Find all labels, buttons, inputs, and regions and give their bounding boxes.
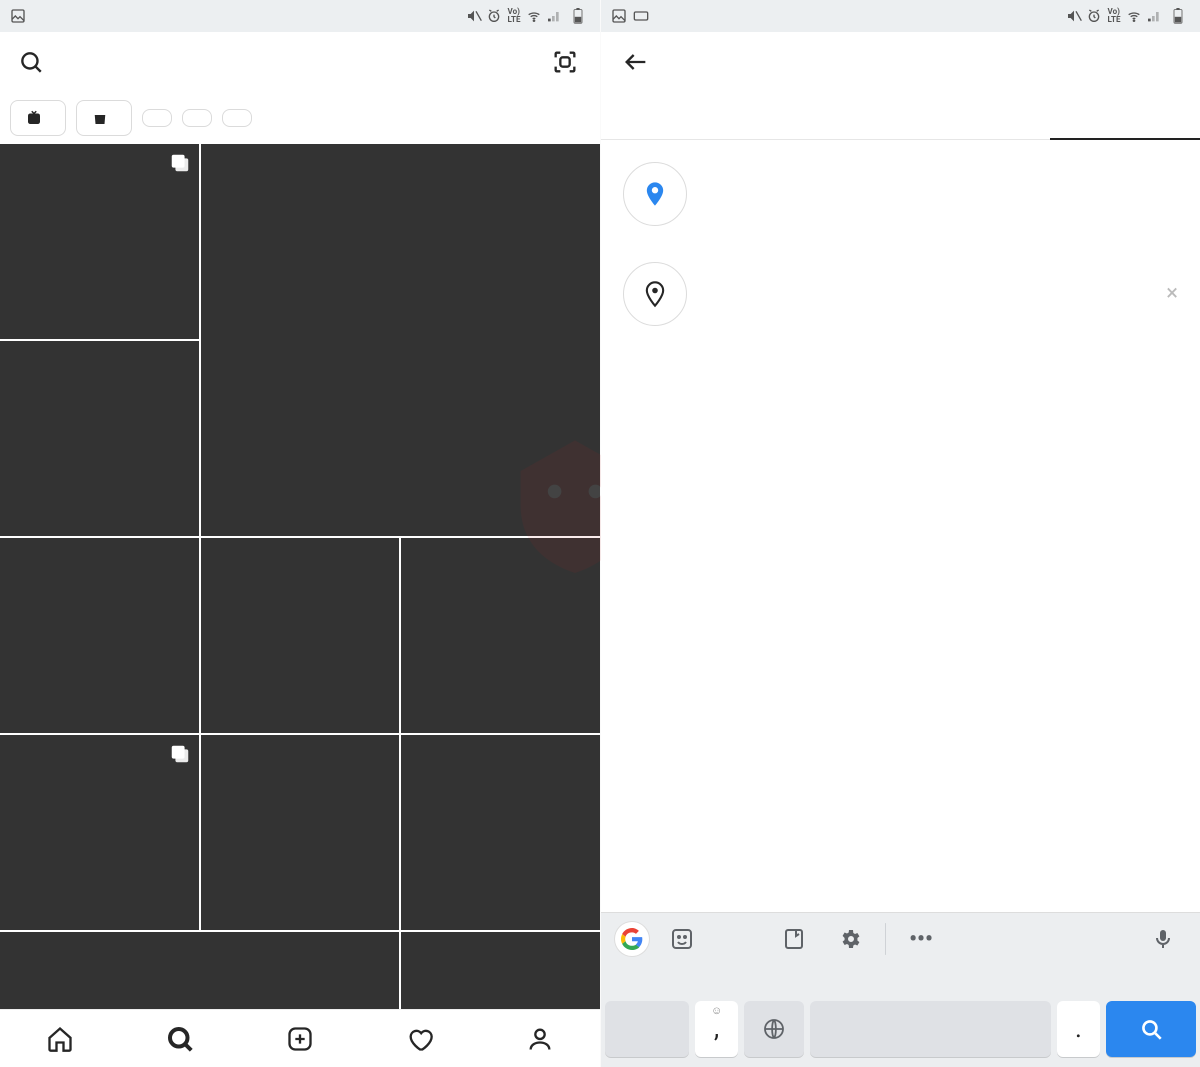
clipboard-icon[interactable]	[771, 919, 817, 959]
grid-tile[interactable]	[0, 341, 199, 536]
grid-tile[interactable]	[201, 538, 400, 733]
chip-science[interactable]	[142, 109, 172, 127]
wifi-icon	[526, 8, 542, 24]
search-header	[0, 32, 600, 92]
grid-tile[interactable]	[201, 735, 400, 930]
search-input[interactable]	[18, 49, 532, 75]
soft-keyboard: ••• ☺, .	[601, 912, 1200, 1067]
igtv-icon	[25, 109, 43, 127]
nav-profile[interactable]	[520, 1019, 560, 1059]
key-search[interactable]	[1106, 1001, 1196, 1057]
carousel-icon	[169, 743, 191, 765]
scan-icon[interactable]	[548, 45, 582, 79]
clear-recent-button[interactable]: ×	[1166, 283, 1178, 305]
key-comma[interactable]: ☺,	[695, 1001, 737, 1057]
nearby-places-row[interactable]	[601, 150, 1200, 238]
search-icon	[18, 49, 44, 75]
emoji-hint-icon: ☺	[711, 1004, 722, 1017]
key-symbols[interactable]	[605, 1001, 689, 1057]
chip-igtv[interactable]	[10, 100, 66, 136]
grid-tile[interactable]	[0, 538, 199, 733]
chip-shop[interactable]	[76, 100, 132, 136]
grid-tile[interactable]	[401, 932, 600, 1009]
search-tabs	[601, 92, 1200, 140]
keyboard-indicator-icon	[633, 8, 649, 24]
phone-explore: Vo)LTE	[0, 0, 600, 1067]
key-space[interactable]	[810, 1001, 1051, 1057]
status-bar: Vo)LTE	[601, 0, 1200, 32]
nav-home[interactable]	[40, 1019, 80, 1059]
battery-icon	[570, 8, 586, 24]
keyboard-toolbar: •••	[601, 913, 1200, 965]
mute-icon	[466, 8, 482, 24]
gif-button[interactable]	[715, 919, 761, 959]
carousel-icon	[169, 152, 191, 174]
status-bar: Vo)LTE	[0, 0, 600, 32]
more-icon[interactable]: •••	[898, 919, 944, 959]
recents-heading	[601, 238, 1200, 250]
separator	[885, 923, 886, 955]
alarm-icon	[486, 8, 502, 24]
bottom-nav	[0, 1009, 600, 1067]
grid-tile-large[interactable]	[201, 144, 600, 536]
explore-grid	[0, 144, 600, 1009]
mic-icon[interactable]	[1140, 919, 1186, 959]
battery-icon	[1170, 8, 1186, 24]
gallery-icon	[611, 8, 627, 24]
chip-auto[interactable]	[222, 109, 252, 127]
tab-hashtag[interactable]	[901, 92, 1051, 140]
nav-activity[interactable]	[400, 1019, 440, 1059]
back-button[interactable]	[619, 45, 653, 79]
grid-tile[interactable]	[0, 144, 199, 339]
key-period[interactable]: .	[1057, 1001, 1099, 1057]
shop-icon	[91, 109, 109, 127]
grid-tile[interactable]	[0, 932, 399, 1009]
grid-tile[interactable]	[0, 735, 199, 930]
signal-icon	[1146, 8, 1162, 24]
key-language[interactable]	[744, 1001, 804, 1057]
alarm-icon	[1086, 8, 1102, 24]
location-pin-icon	[623, 162, 687, 226]
volte-icon: Vo)LTE	[1106, 8, 1122, 24]
grid-tile[interactable]	[401, 735, 600, 930]
nav-search[interactable]	[160, 1019, 200, 1059]
volte-icon: Vo)LTE	[506, 8, 522, 24]
google-icon[interactable]	[615, 922, 649, 956]
wifi-icon	[1126, 8, 1142, 24]
location-outline-icon	[623, 262, 687, 326]
phone-search-places: Vo)LTE	[600, 0, 1200, 1067]
search-header	[601, 32, 1200, 92]
sticker-icon[interactable]	[659, 919, 705, 959]
keyboard-row-bottom: ☺, .	[601, 1001, 1200, 1067]
recent-place-row[interactable]: ×	[601, 250, 1200, 338]
nav-newpost[interactable]	[280, 1019, 320, 1059]
signal-icon	[546, 8, 562, 24]
settings-icon[interactable]	[827, 919, 873, 959]
category-chips	[0, 92, 600, 144]
tab-places[interactable]	[1050, 92, 1200, 140]
grid-tile[interactable]	[401, 538, 600, 733]
gallery-icon	[10, 8, 26, 24]
chip-style[interactable]	[182, 109, 212, 127]
mute-icon	[1066, 8, 1082, 24]
tab-all[interactable]	[601, 92, 751, 140]
tab-account[interactable]	[751, 92, 901, 140]
